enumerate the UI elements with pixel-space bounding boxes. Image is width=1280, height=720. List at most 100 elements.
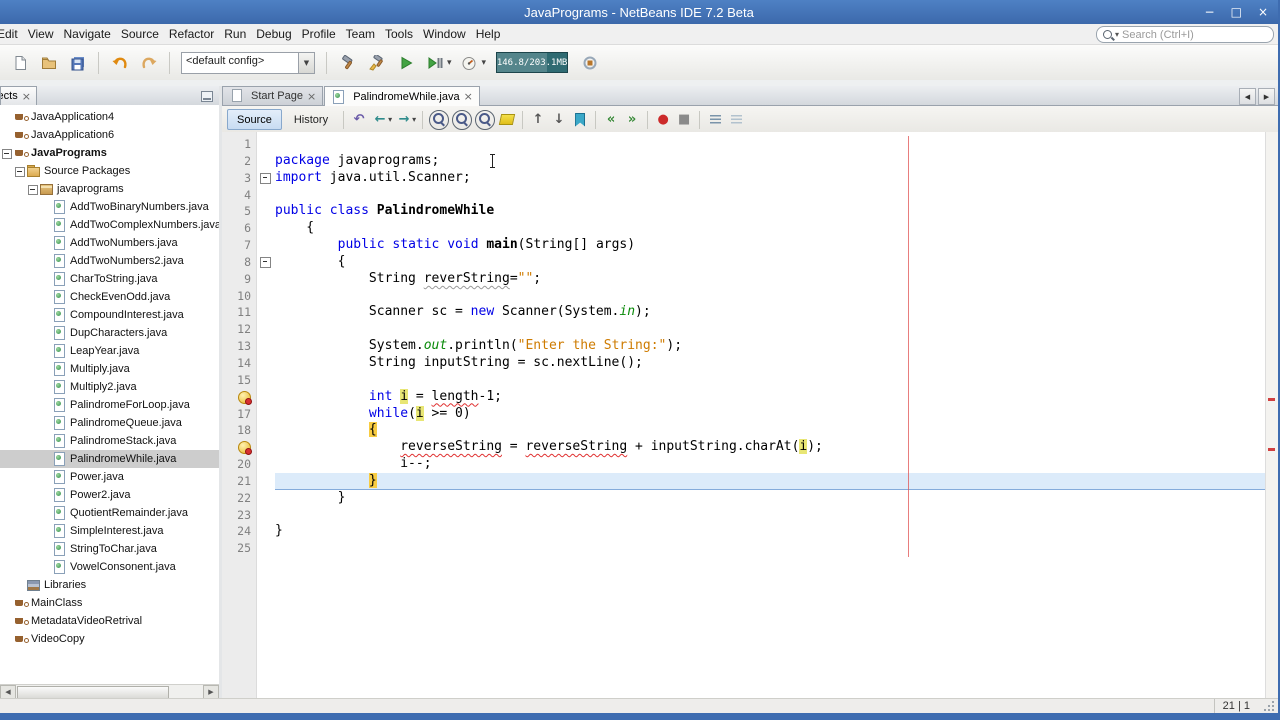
menu-source[interactable]: Source — [116, 27, 164, 41]
menu-debug[interactable]: Debug — [251, 27, 296, 41]
code-line[interactable]: 13 System.out.println("Enter the String:… — [222, 338, 1265, 355]
projects-horizontal-scrollbar[interactable]: ◀ ▶ — [0, 684, 219, 700]
menu-profile[interactable]: Profile — [297, 27, 341, 41]
last-edit-icon[interactable]: ↶ — [350, 111, 368, 129]
tree-item[interactable]: PalindromeWhile.java — [0, 450, 219, 468]
code-line[interactable]: 10 — [222, 288, 1265, 305]
code-line[interactable]: 7 public static void main(String[] args) — [222, 237, 1265, 254]
fold-collapse-icon[interactable] — [256, 170, 275, 187]
code-line[interactable]: int i = length-1; — [222, 388, 1265, 406]
search-input[interactable]: Search (Ctrl+I) — [1122, 29, 1194, 41]
menu-edit[interactable]: Edit — [0, 27, 23, 41]
tree-item[interactable]: AddTwoComplexNumbers.java — [0, 216, 219, 234]
error-hint-icon[interactable] — [238, 390, 252, 405]
config-dropdown-icon[interactable]: ▼ — [298, 52, 314, 73]
resize-grip[interactable] — [1262, 699, 1276, 713]
tree-item[interactable]: CheckEvenOdd.java — [0, 288, 219, 306]
find-selection-icon[interactable] — [429, 109, 450, 130]
code-line[interactable]: 2 package javaprograms; — [222, 153, 1265, 170]
menu-run[interactable]: Run — [219, 27, 251, 41]
code-line[interactable]: 23 — [222, 507, 1265, 524]
menu-navigate[interactable]: Navigate — [58, 27, 115, 41]
tree-item[interactable]: CharToString.java — [0, 270, 219, 288]
tab-scroll-right-icon[interactable]: ▶ — [1258, 88, 1275, 105]
tree-item[interactable]: VowelConsonent.java — [0, 558, 219, 576]
find-next-occurrence-icon[interactable] — [475, 109, 496, 130]
code-line[interactable]: 14 String inputString = sc.nextLine(); — [222, 355, 1265, 372]
tree-item[interactable]: VideoCopy — [0, 630, 219, 648]
tab-close-icon[interactable]: × — [307, 90, 316, 103]
tree-item[interactable]: Libraries — [0, 576, 219, 594]
menu-view[interactable]: View — [23, 27, 59, 41]
code-line[interactable]: 12 — [222, 321, 1265, 338]
expander-minus-icon[interactable] — [28, 183, 39, 196]
menu-help[interactable]: Help — [471, 27, 506, 41]
build-button[interactable] — [334, 50, 361, 76]
tree-item[interactable]: SimpleInterest.java — [0, 522, 219, 540]
shift-line-right-icon[interactable]: » — [623, 111, 641, 129]
next-bookmark-icon[interactable]: ↓ — [550, 111, 568, 129]
debug-dropdown-icon[interactable]: ▾ — [447, 58, 452, 68]
tree-item[interactable]: AddTwoNumbers2.java — [0, 252, 219, 270]
tree-item[interactable]: PalindromeStack.java — [0, 432, 219, 450]
menu-tools[interactable]: Tools — [380, 27, 418, 41]
save-all-button[interactable] — [64, 50, 91, 76]
profile-button[interactable] — [456, 50, 483, 76]
fold-collapse-icon[interactable] — [256, 254, 275, 271]
code-line[interactable]: 5 public class PalindromeWhile — [222, 203, 1265, 220]
code-line[interactable]: 3 import java.util.Scanner; — [222, 170, 1265, 187]
tree-item[interactable]: JavaApplication6 — [0, 126, 219, 144]
toggle-bookmark-icon[interactable] — [571, 111, 589, 129]
tree-item[interactable]: CompoundInterest.java — [0, 306, 219, 324]
tab-close-icon[interactable]: × — [22, 90, 31, 103]
debug-button[interactable] — [421, 50, 448, 76]
tab-start-page[interactable]: Start Page × — [222, 86, 324, 105]
code-line[interactable]: 24} — [222, 523, 1265, 540]
tree-item[interactable]: AddTwoBinaryNumbers.java — [0, 198, 219, 216]
code-line[interactable]: 8 { — [222, 254, 1265, 271]
tree-item[interactable]: Multiply.java — [0, 360, 219, 378]
tree-item[interactable]: LeapYear.java — [0, 342, 219, 360]
code-line[interactable]: 21 } — [222, 472, 1265, 490]
code-line[interactable]: 17 while(i >= 0) — [222, 405, 1265, 423]
comment-icon[interactable] — [706, 111, 724, 129]
toggle-highlight-search-icon[interactable] — [498, 111, 516, 129]
tree-item[interactable]: JavaPrograms — [0, 144, 219, 162]
maximize-button[interactable]: □ — [1231, 5, 1242, 19]
code-line[interactable]: reverseString = reverseString + inputStr… — [222, 439, 1265, 456]
gutter-cell[interactable] — [222, 439, 256, 456]
tab-projects[interactable]: Projects × — [0, 86, 37, 105]
code-line[interactable]: 25 — [222, 540, 1265, 557]
code-line[interactable]: 15 — [222, 372, 1265, 389]
find-previous-occurrence-icon[interactable] — [452, 109, 473, 130]
undo-button[interactable] — [106, 50, 133, 76]
code-line[interactable]: 20 i--; — [222, 456, 1265, 473]
code-line[interactable]: 18 { — [222, 422, 1265, 439]
minimize-button[interactable]: − — [1205, 5, 1215, 19]
previous-bookmark-icon[interactable]: ↑ — [529, 111, 547, 129]
menu-refactor[interactable]: Refactor — [164, 27, 219, 41]
menu-window[interactable]: Window — [418, 27, 471, 41]
expander-minus-icon[interactable] — [15, 165, 26, 178]
menu-team[interactable]: Team — [341, 27, 380, 41]
tree-item[interactable]: Power2.java — [0, 486, 219, 504]
minimize-panel-icon[interactable] — [201, 91, 213, 102]
expander-minus-icon[interactable] — [2, 147, 13, 160]
close-button[interactable]: × — [1258, 5, 1268, 19]
new-file-button[interactable] — [6, 50, 33, 76]
tab-palindromewhile-java[interactable]: PalindromeWhile.java × — [324, 86, 480, 106]
back-dropdown-icon[interactable]: ▾ — [388, 115, 392, 124]
tree-item[interactable]: StringToChar.java — [0, 540, 219, 558]
profile-dropdown-icon[interactable]: ▾ — [482, 58, 487, 68]
tree-item[interactable]: MainClass — [0, 594, 219, 612]
tree-item[interactable]: Source Packages — [0, 162, 219, 180]
search-box[interactable]: ▾ Search (Ctrl+I) — [1096, 26, 1274, 43]
tab-close-icon[interactable]: × — [464, 90, 473, 103]
tree-item[interactable]: javaprograms — [0, 180, 219, 198]
redo-button[interactable] — [135, 50, 162, 76]
error-stripe-mark[interactable] — [1268, 448, 1275, 451]
uncomment-icon[interactable] — [727, 111, 745, 129]
open-project-button[interactable] — [35, 50, 62, 76]
code-line[interactable]: 9 String reverString=""; — [222, 271, 1265, 288]
tree-item[interactable]: MetadataVideoRetrival — [0, 612, 219, 630]
